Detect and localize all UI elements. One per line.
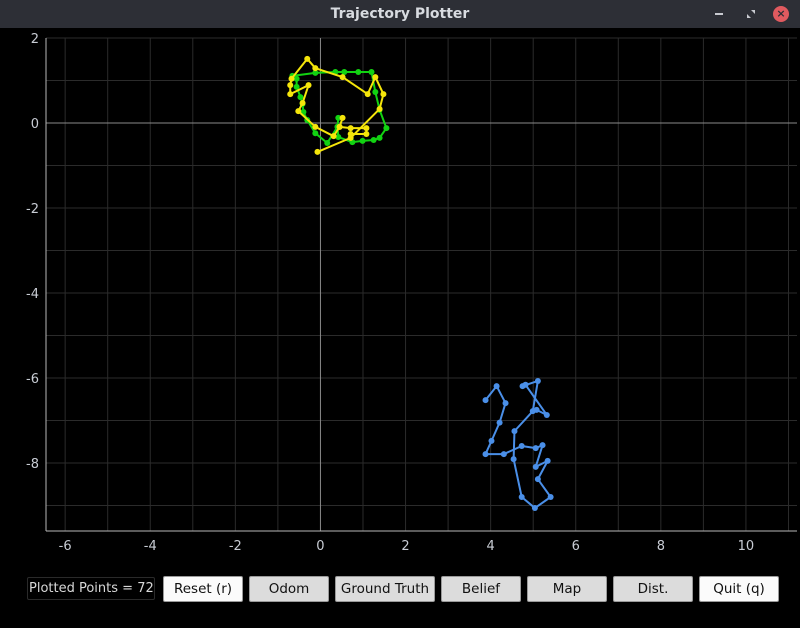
y-tick-label: 2 xyxy=(31,32,39,47)
trajectory-point-green xyxy=(370,137,377,143)
trajectory-point-blue xyxy=(531,505,538,512)
trajectory-point-yellow xyxy=(363,131,370,138)
trajectory-point-yellow xyxy=(287,82,294,89)
trajectory-point-yellow xyxy=(312,65,319,72)
trajectory-point-green xyxy=(293,75,300,82)
plot-canvas[interactable]: -6 -4 -2 0 2 4 6 8 10 2 0 -2 -4 -6 -8 xyxy=(0,28,800,568)
trajectory-point-blue xyxy=(518,494,525,500)
quit-button[interactable]: Quit (q) xyxy=(699,576,779,602)
belief-toggle-button[interactable]: Belief xyxy=(441,576,521,602)
odom-toggle-button[interactable]: Odom xyxy=(249,576,329,602)
y-tick-label: -4 xyxy=(26,287,39,302)
x-tick-label: -2 xyxy=(229,539,242,554)
dist-toggle-button[interactable]: Dist. xyxy=(613,576,693,602)
trajectory-point-yellow xyxy=(287,91,294,98)
trajectory-point-green xyxy=(372,88,379,95)
trajectory-point-yellow xyxy=(363,125,370,132)
trajectory-point-yellow xyxy=(376,105,383,112)
trajectory-point-yellow xyxy=(288,75,295,82)
trajectory-point-green xyxy=(359,137,366,144)
trajectory-point-yellow xyxy=(314,148,321,155)
trajectory-point-green xyxy=(324,139,331,146)
y-tick-label: -8 xyxy=(26,457,39,472)
trajectories xyxy=(287,55,554,512)
trajectory-point-blue xyxy=(532,445,539,452)
x-tick-label: 6 xyxy=(572,539,580,554)
trajectory-point-yellow xyxy=(305,82,312,89)
trajectory-point-yellow xyxy=(339,74,346,81)
x-tick-label: 8 xyxy=(657,539,665,554)
trajectory-point-blue xyxy=(543,411,550,418)
maximize-button[interactable] xyxy=(743,6,759,22)
x-tick-label: 2 xyxy=(401,539,409,554)
trajectory-point-yellow xyxy=(347,125,354,132)
trajectory-point-blue xyxy=(539,442,546,449)
trajectory-point-green xyxy=(368,69,375,75)
trajectory-point-yellow xyxy=(347,131,354,138)
y-tick-label: 0 xyxy=(31,117,39,132)
trajectory-point-green xyxy=(355,69,362,75)
x-tick-label: 0 xyxy=(316,539,324,554)
y-tick-label: -6 xyxy=(26,372,39,387)
trajectory-point-yellow xyxy=(380,91,387,98)
trajectory-point-blue xyxy=(493,383,500,390)
ground-truth-toggle-button[interactable]: Ground Truth xyxy=(335,576,435,602)
trajectory-point-blue xyxy=(510,456,517,463)
trajectory-point-blue xyxy=(544,457,551,464)
axes xyxy=(45,38,797,532)
x-tick-label: 10 xyxy=(738,539,755,554)
trajectory-point-blue xyxy=(500,451,507,458)
trajectory-point-green xyxy=(312,130,319,137)
series-blue xyxy=(482,377,554,512)
trajectory-point-yellow xyxy=(339,114,346,121)
restore-icon xyxy=(747,10,755,18)
trajectory-point-blue xyxy=(532,463,539,470)
trajectory-point-green xyxy=(376,134,383,141)
x-tick-label: 4 xyxy=(487,539,495,554)
trajectory-point-yellow xyxy=(299,100,306,107)
x-tick-label: -6 xyxy=(59,539,72,554)
trajectory-point-blue xyxy=(534,476,541,483)
trajectory-plot[interactable]: -6 -4 -2 0 2 4 6 8 10 2 0 -2 -4 -6 -8 xyxy=(0,28,800,568)
trajectory-point-yellow xyxy=(372,74,379,81)
trajectory-point-blue xyxy=(533,406,540,413)
window-title: Trajectory Plotter xyxy=(330,6,470,22)
trajectory-point-yellow xyxy=(336,123,343,130)
y-tick-label: -2 xyxy=(26,202,39,217)
title-bar: Trajectory Plotter × xyxy=(0,0,800,28)
trajectory-point-blue xyxy=(502,400,509,407)
trajectory-point-blue xyxy=(488,437,495,444)
x-tick-label: -4 xyxy=(144,539,157,554)
reset-button[interactable]: Reset (r) xyxy=(163,576,243,602)
trajectory-point-blue xyxy=(534,377,541,384)
trajectory-point-yellow xyxy=(364,91,371,98)
close-button[interactable]: × xyxy=(773,6,789,22)
trajectory-point-blue xyxy=(482,397,489,404)
minimize-button[interactable] xyxy=(711,6,727,22)
trajectory-point-green xyxy=(341,69,348,75)
trajectory-point-blue xyxy=(496,419,503,426)
trajectory-point-green xyxy=(383,125,390,132)
control-bar: Plotted Points = 72 Reset (r) Odom Groun… xyxy=(0,576,800,602)
trajectory-point-blue xyxy=(518,443,525,449)
trajectory-point-yellow xyxy=(295,108,302,115)
trajectory-point-yellow xyxy=(330,133,337,140)
plotted-points-label: Plotted Points = 72 xyxy=(27,577,155,600)
trajectory-point-yellow xyxy=(304,55,311,62)
trajectory-point-blue xyxy=(482,451,489,458)
trajectory-point-yellow xyxy=(312,123,319,130)
trajectory-point-blue xyxy=(522,381,529,388)
trajectory-point-blue xyxy=(547,494,554,500)
close-icon: × xyxy=(776,7,786,20)
trajectory-point-blue xyxy=(511,428,518,435)
minimize-icon xyxy=(715,13,723,15)
grid xyxy=(46,37,797,531)
map-toggle-button[interactable]: Map xyxy=(527,576,607,602)
trajectory-point-green xyxy=(297,94,304,101)
